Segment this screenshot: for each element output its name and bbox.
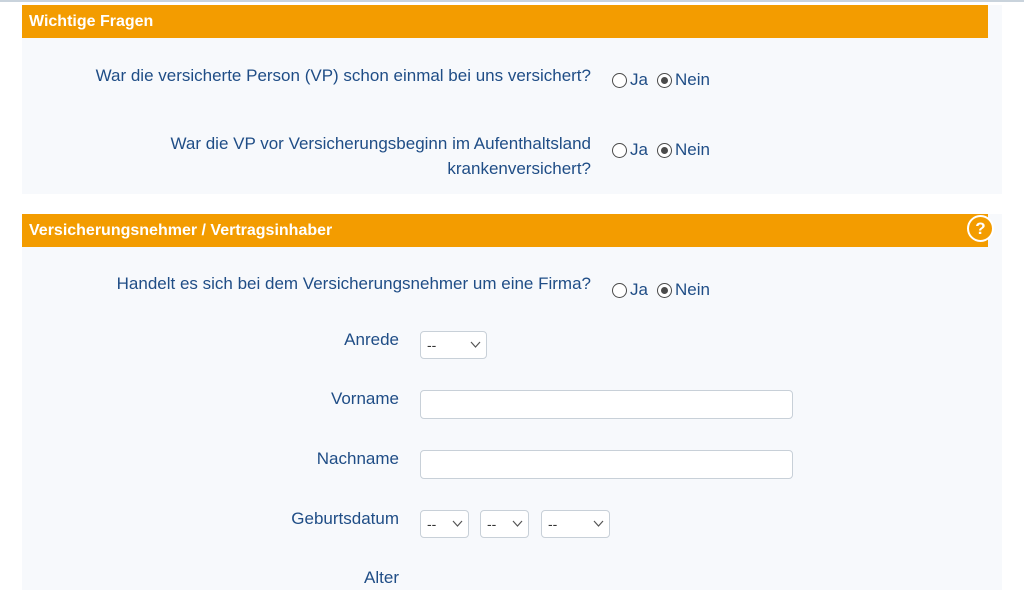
geburtsdatum-day-select[interactable]: -- [420,510,469,538]
question-health-insured-radios: Ja Nein [612,138,719,162]
question-is-company-radios: Ja Nein [612,278,719,302]
radio-label-nein: Nein [674,140,710,159]
vorname-input[interactable] [420,390,793,419]
section-versicherungsnehmer: Versicherungsnehmer / Vertragsinhaber ? … [22,214,1002,590]
anrede-select[interactable]: -- [420,331,487,359]
radio-previously-insured-nein[interactable]: Nein [656,70,710,90]
question-is-company-label: Handelt es sich bei dem Versicherungsneh… [116,274,591,293]
radio-previously-insured-ja[interactable]: Ja [612,70,648,90]
section-wichtige-fragen: Wichtige Fragen War die versicherte Pers… [22,5,1002,194]
anrede-select-value: -- [427,337,437,353]
radio-circle-unchecked[interactable] [612,282,627,298]
geburtsdatum-year-select[interactable]: -- [541,510,610,538]
geburtsdatum-day-value: -- [427,516,437,532]
radio-circle-checked[interactable] [656,72,672,88]
radio-label-ja: Ja [630,140,648,159]
radio-circle-unchecked[interactable] [612,72,627,88]
geburtsdatum-month-value: -- [487,516,497,532]
geburtsdatum-year-value: -- [548,516,558,532]
question-circle-icon[interactable]: ? [967,215,994,242]
section-header-versicherungsnehmer: Versicherungsnehmer / Vertragsinhaber [22,214,988,247]
question-health-insured-line2: krankenversichert? [447,159,591,178]
nachname-label: Nachname [316,449,399,468]
radio-label-nein: Nein [674,280,710,299]
question-health-insured-line1: War die VP vor Versicherungsbeginn im Au… [170,134,591,153]
radio-label-ja: Ja [630,280,648,299]
anrede-label: Anrede [344,330,399,349]
radio-circle-unchecked[interactable] [612,142,627,158]
radio-health-insured-nein[interactable]: Nein [656,140,710,160]
question-previously-insured-radios: Ja Nein [612,68,719,92]
alter-label: Alter [364,568,399,587]
question-previously-insured-label: War die versicherte Person (VP) schon ei… [95,66,591,85]
geburtsdatum-label: Geburtsdatum [291,509,399,528]
top-divider [0,0,1024,2]
radio-circle-checked[interactable] [656,142,672,158]
radio-label-nein: Nein [674,70,710,89]
vorname-label: Vorname [330,389,399,408]
geburtsdatum-month-select[interactable]: -- [480,510,529,538]
section-header-wichtige-fragen: Wichtige Fragen [22,5,988,38]
radio-is-company-nein[interactable]: Nein [656,280,710,300]
chevron-down-icon [512,511,523,545]
radio-is-company-ja[interactable]: Ja [612,280,648,300]
radio-label-ja: Ja [630,70,648,89]
nachname-input[interactable] [420,450,793,479]
chevron-down-icon [452,511,463,545]
question-health-insured-label: War die VP vor Versicherungsbeginn im Au… [31,131,591,181]
radio-circle-checked[interactable] [656,282,672,298]
radio-health-insured-ja[interactable]: Ja [612,140,648,160]
chevron-down-icon [593,511,604,545]
chevron-down-icon [470,332,481,366]
